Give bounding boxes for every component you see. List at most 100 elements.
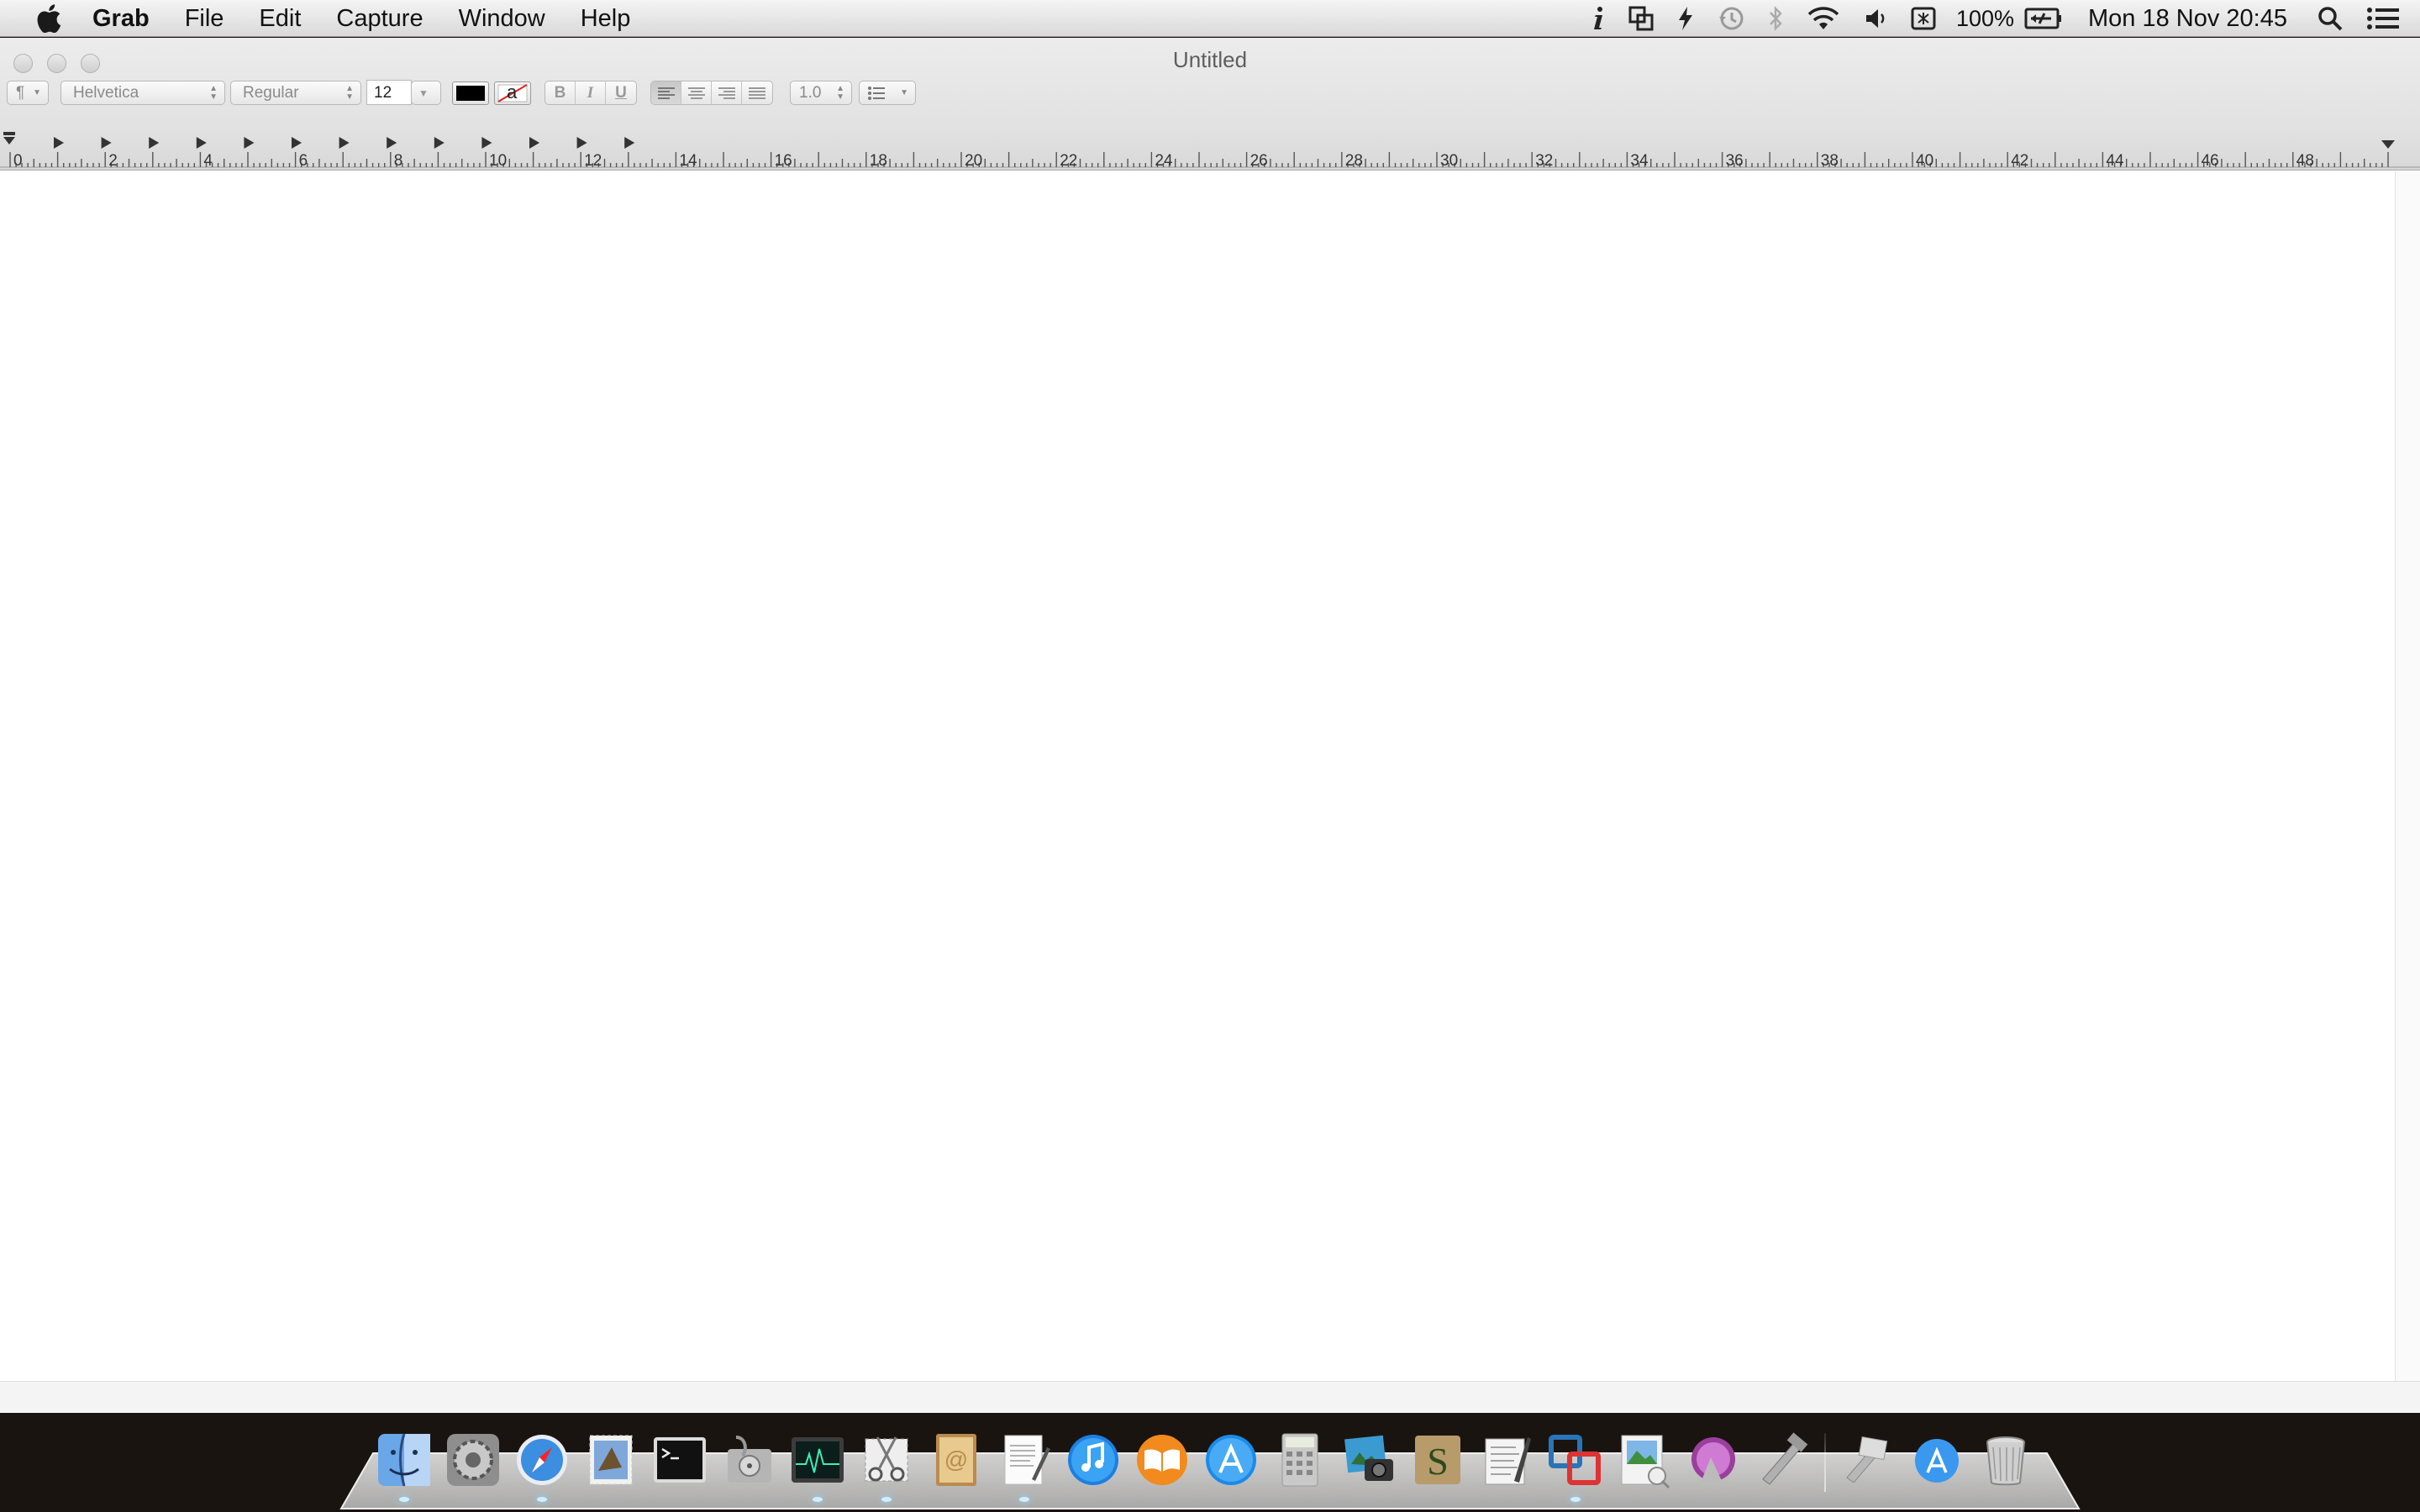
dock-separator (1817, 1425, 1833, 1495)
bold-button[interactable]: B (545, 81, 576, 104)
dock-textedit[interactable] (990, 1425, 1059, 1502)
ruler-label: 40 (1916, 152, 1933, 170)
menu-file[interactable]: File (167, 0, 242, 37)
paragraph-style-popup[interactable]: ¶ ▼ (7, 81, 49, 105)
tab-stop-marker[interactable] (481, 137, 492, 149)
dock-scrivener[interactable]: S (1403, 1425, 1472, 1495)
ruler[interactable]: 0 2 4 6 8 10 12 14 16 18 20 22 24 26 28 30 32 34 36 38 40 42 4… (0, 120, 2420, 171)
ruler-label: 12 (584, 152, 602, 170)
dock-app-store[interactable] (1197, 1425, 1265, 1495)
line-spacing-popup[interactable]: 1.0 ▲ ▼ (790, 81, 852, 105)
tab-stop-marker[interactable] (292, 137, 302, 149)
ruler-label: 28 (1345, 152, 1363, 170)
align-left-button[interactable] (651, 81, 681, 104)
list-style-popup[interactable]: ▼ (859, 81, 916, 105)
dock-activity-monitor[interactable] (783, 1425, 852, 1502)
font-size-field[interactable]: 12 (366, 80, 412, 105)
dock-safari[interactable] (508, 1425, 576, 1502)
chevron-down-icon: ▼ (418, 87, 429, 99)
trash-icon (1986, 1436, 2025, 1486)
align-left-icon (657, 87, 675, 99)
script-editor-icon (1485, 1437, 1531, 1485)
tab-stop-marker[interactable] (196, 137, 207, 149)
tab-stop-marker[interactable] (339, 137, 350, 149)
safari-icon (517, 1435, 567, 1485)
align-center-icon (687, 87, 705, 99)
font-style-popup[interactable]: Regular ▲ ▼ (230, 81, 361, 105)
flash-icon[interactable] (1665, 0, 1706, 37)
dock-disk-utility[interactable] (714, 1425, 783, 1495)
instruments-icon (1691, 1437, 1735, 1483)
dock-script-editor[interactable] (1472, 1425, 1541, 1495)
wifi-icon[interactable] (1795, 0, 1852, 37)
tab-stop-marker[interactable] (434, 137, 445, 149)
dock-image-capture[interactable] (1334, 1425, 1403, 1495)
time-machine-icon[interactable] (1706, 0, 1756, 37)
svg-text:@: @ (944, 1446, 968, 1473)
vertical-scrollbar[interactable] (2395, 171, 2420, 1381)
dock-mail[interactable] (576, 1425, 645, 1495)
dock-instruments[interactable] (1679, 1425, 1748, 1495)
document-text-area[interactable] (0, 171, 2395, 1381)
text-style-buttons: B I U (544, 81, 637, 105)
text-color-well[interactable] (452, 81, 489, 105)
app-menu-grab[interactable]: Grab (66, 0, 167, 37)
dock-system-preferences[interactable] (439, 1425, 508, 1495)
scrivener-icon: S (1415, 1436, 1460, 1484)
mail-stamp-icon (589, 1435, 633, 1485)
font-family-popup[interactable]: Helvetica ▲ ▼ (60, 81, 225, 105)
dock-ibooks[interactable] (1128, 1425, 1197, 1495)
tab-stop-marker[interactable] (387, 137, 397, 149)
screen-mirror-icon[interactable] (1617, 0, 1665, 37)
dock-finder[interactable] (370, 1425, 439, 1502)
info-icon[interactable] (1580, 0, 1617, 37)
menu-window[interactable]: Window (441, 0, 563, 37)
input-source-icon[interactable] (1899, 0, 1948, 37)
menu-help[interactable]: Help (563, 0, 649, 37)
right-margin-marker[interactable] (2381, 140, 2395, 149)
align-center-button[interactable] (681, 81, 712, 104)
ruler-label: 14 (679, 152, 697, 170)
menu-capture[interactable]: Capture (318, 0, 440, 37)
volume-icon[interactable] (1852, 0, 1899, 37)
textedit-window: Untitled ¶ ▼ Helvetica ▲ ▼ Regular ▲ ▼ 12 … (0, 38, 2420, 1413)
tab-stop-marker[interactable] (101, 137, 112, 149)
align-right-button[interactable] (712, 81, 742, 104)
ruler-label: 4 (203, 152, 213, 170)
first-line-indent-marker[interactable] (3, 132, 15, 135)
dock-trash[interactable] (1971, 1425, 2040, 1495)
system-preferences-icon (447, 1434, 499, 1486)
tab-stop-marker[interactable] (244, 137, 255, 149)
menu-edit[interactable]: Edit (241, 0, 318, 37)
dock-calculator[interactable] (1265, 1425, 1334, 1495)
tab-stop-marker[interactable] (54, 137, 64, 149)
dock-grab[interactable] (852, 1425, 921, 1502)
grab-scissors-icon (865, 1436, 908, 1482)
dock-xcode-tools[interactable] (1748, 1425, 1817, 1495)
underline-button[interactable]: U (606, 81, 636, 104)
dock-contacts[interactable]: @ (921, 1425, 990, 1495)
dock-preview[interactable] (1610, 1425, 1679, 1495)
tab-stop-marker[interactable] (624, 137, 635, 149)
apple-menu-icon[interactable] (32, 0, 66, 37)
dock-terminal[interactable] (645, 1425, 714, 1495)
battery-icon[interactable] (2023, 0, 2075, 37)
notification-center-icon[interactable] (2354, 0, 2420, 37)
font-size-dropdown[interactable]: ▼ (411, 81, 441, 105)
highlight-color-well[interactable]: a (494, 81, 531, 105)
dock-itunes[interactable] (1059, 1425, 1128, 1495)
tab-stop-marker[interactable] (576, 137, 587, 149)
dock-utilities-folder[interactable] (1833, 1425, 1902, 1495)
bluetooth-icon[interactable] (1756, 0, 1795, 37)
safari-running-indicator (537, 1497, 547, 1502)
align-justify-button[interactable] (742, 81, 772, 104)
dock-vmware-fusion[interactable] (1541, 1425, 1610, 1502)
left-indent-marker[interactable] (3, 137, 15, 144)
dock-applications-folder[interactable] (1902, 1425, 1971, 1495)
tab-stop-marker[interactable] (529, 137, 539, 149)
ruler-label: 0 (13, 152, 23, 170)
tab-stop-marker[interactable] (149, 137, 160, 149)
menubar-clock[interactable]: Mon 18 Nov 20:45 (2075, 5, 2306, 33)
spotlight-icon[interactable] (2306, 0, 2354, 37)
italic-button[interactable]: I (576, 81, 606, 104)
